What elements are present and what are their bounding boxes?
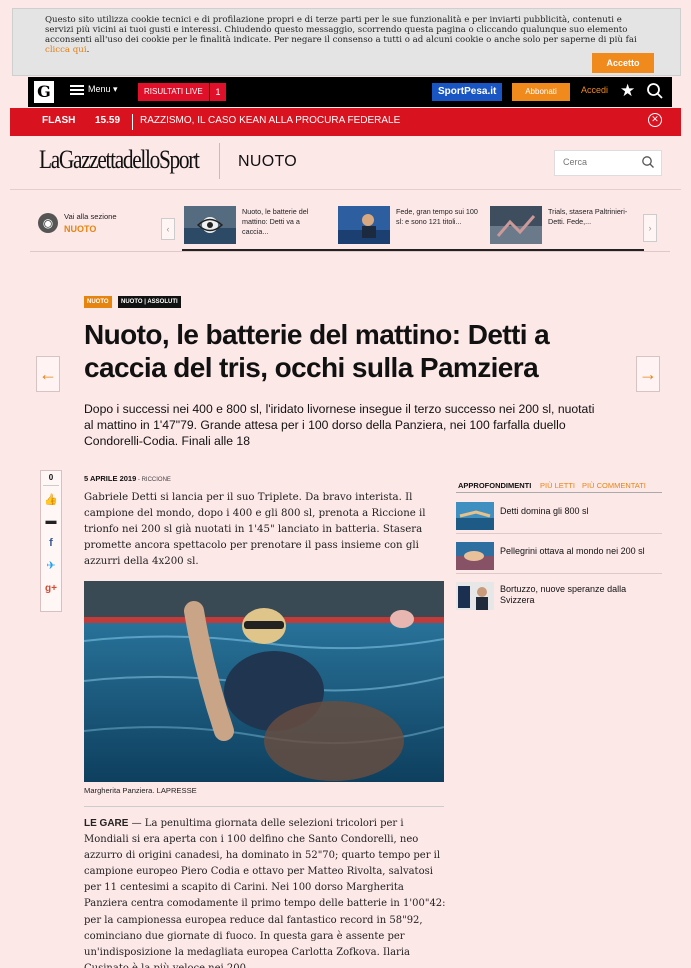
carousel-thumbnail: [338, 206, 390, 244]
live-count-badge[interactable]: 1: [210, 83, 226, 101]
top-nav: G Menu ▾ RISULTATI LIVE 1 SportPesa.it A…: [28, 77, 672, 107]
sidebar-divider: [456, 533, 662, 534]
cookie-text: Questo sito utilizza cookie tecnici e di…: [45, 15, 637, 55]
tag-nuoto[interactable]: NUOTO: [84, 296, 112, 308]
header-divider-line: [10, 189, 681, 190]
next-article-button[interactable]: →: [636, 356, 660, 392]
search-icon[interactable]: [646, 82, 664, 105]
menu-label: Menu ▾: [88, 84, 118, 94]
flash-time: 15.59: [95, 115, 121, 126]
tab-approfondimenti[interactable]: APPROFONDIMENTI: [458, 481, 531, 490]
article-date: 5 APRILE 2019: [84, 474, 137, 483]
sidebar-item[interactable]: Detti domina gli 800 sl: [456, 498, 662, 534]
carousel-item[interactable]: Nuoto, le batterie del mattino: Detti va…: [184, 205, 330, 247]
carousel-goto-label[interactable]: Vai alla sezione: [64, 212, 117, 221]
carousel-next-button[interactable]: ›: [643, 214, 657, 242]
carousel-item-title: Trials, stasera Paltrinieri-Detti. Fede,…: [548, 207, 628, 226]
thumbs-up-icon[interactable]: 👍: [41, 493, 61, 506]
carousel-prev-button[interactable]: ‹: [161, 218, 175, 240]
sidebar-thumbnail: [456, 582, 494, 610]
cookie-message: Questo sito utilizza cookie tecnici e di…: [45, 15, 637, 45]
cookie-link[interactable]: clicca qui: [45, 45, 87, 55]
menu-button[interactable]: Menu ▾: [70, 84, 118, 95]
share-divider: [43, 485, 59, 486]
caption-divider: [84, 806, 444, 807]
tab-piu-commentati[interactable]: PIÙ COMMENTATI: [582, 481, 646, 490]
article-place: - RICCIONE: [136, 477, 171, 483]
flash-label: FLASH: [42, 115, 76, 126]
sidebar-item-title: Bortuzzo, nuove speranze dalla Svizzera: [500, 584, 627, 605]
accept-cookies-button[interactable]: Accetto: [592, 53, 654, 73]
comment-icon[interactable]: ▬: [41, 515, 61, 527]
header-divider: [219, 143, 220, 179]
article-lead: Gabriele Detti si lancia per il suo Trip…: [84, 492, 426, 567]
share-count: 0: [48, 473, 54, 482]
sidebar-thumbnail: [456, 542, 494, 570]
sidebar-thumbnail: [456, 502, 494, 530]
sportpesa-logo[interactable]: SportPesa.it: [432, 83, 503, 101]
carousel-item[interactable]: Trials, stasera Paltrinieri-Detti. Fede,…: [490, 205, 636, 247]
hamburger-icon: [70, 84, 84, 95]
sidebar-divider: [456, 573, 662, 574]
carousel-item-title: Nuoto, le batterie del mattino: Detti va…: [242, 207, 309, 236]
article-body: LE GARE — La penultima giornata delle se…: [84, 816, 446, 968]
search-input[interactable]: [563, 157, 633, 167]
cookie-banner: Questo sito utilizza cookie tecnici e di…: [12, 8, 681, 76]
carousel-divider: [30, 251, 670, 252]
body-text: — La penultima giornata delle selezioni …: [84, 818, 446, 968]
globe-icon: ◉: [38, 213, 58, 233]
sidebar-item-title: Detti domina gli 800 sl: [500, 506, 589, 516]
sidebar-tabs-divider: [456, 492, 662, 493]
carousel-item-title: Fede, gran tempo sui 100 sl: e sono 121 …: [396, 207, 478, 226]
search-icon[interactable]: [641, 155, 655, 174]
carousel-thumbnail: [490, 206, 542, 244]
body-section-label: LE GARE: [84, 818, 129, 829]
prev-article-button[interactable]: ←: [36, 356, 60, 392]
sidebar-item[interactable]: Bortuzzo, nuove speranze dalla Svizzera: [456, 578, 662, 614]
carousel-item[interactable]: Fede, gran tempo sui 100 sl: e sono 121 …: [338, 205, 484, 247]
facebook-icon[interactable]: f: [41, 537, 61, 549]
share-bar: 0 👍 ▬ f ✈ g+: [40, 470, 62, 612]
search-box[interactable]: [554, 150, 662, 176]
carousel-thumbnail: [184, 206, 236, 244]
flash-headline[interactable]: RAZZISMO, IL CASO KEAN ALLA PROCURA FEDE…: [140, 115, 400, 126]
article-subtitle: Dopo i successi nei 400 e 800 sl, l'irid…: [84, 402, 595, 448]
brand-logo[interactable]: LaGazzettadelloSport: [39, 145, 200, 175]
gazzetta-logo[interactable]: G: [34, 81, 54, 103]
twitter-icon[interactable]: ✈: [41, 559, 61, 572]
tag-nuoto-assoluti[interactable]: NUOTO | ASSOLUTI: [118, 296, 181, 308]
close-icon[interactable]: ✕: [648, 113, 662, 127]
sidebar-item[interactable]: Pellegrini ottava al mondo nei 200 sl: [456, 538, 662, 574]
star-icon[interactable]: ★: [620, 81, 635, 101]
flash-divider: [132, 114, 133, 130]
subscribe-button[interactable]: Abbonati: [512, 83, 570, 101]
article-dateline: 5 APRILE 2019 - RICCIONE: [84, 474, 171, 483]
flash-bar: FLASH 15.59 RAZZISMO, IL CASO KEAN ALLA …: [10, 108, 681, 136]
photo-caption: Margherita Panziera. LAPRESSE: [84, 786, 197, 795]
carousel-section-link[interactable]: NUOTO: [64, 224, 96, 234]
live-results-button[interactable]: RISULTATI LIVE: [138, 83, 209, 101]
article-headline: Nuoto, le batterie del mattino: Detti a …: [84, 319, 550, 383]
login-link[interactable]: Accedi: [581, 85, 608, 95]
tab-piu-letti[interactable]: PIÙ LETTI: [540, 481, 575, 490]
section-title[interactable]: NUOTO: [238, 153, 297, 171]
google-plus-icon[interactable]: g+: [41, 583, 61, 594]
sidebar-item-title: Pellegrini ottava al mondo nei 200 sl: [500, 546, 645, 556]
article-photo[interactable]: [84, 581, 444, 782]
